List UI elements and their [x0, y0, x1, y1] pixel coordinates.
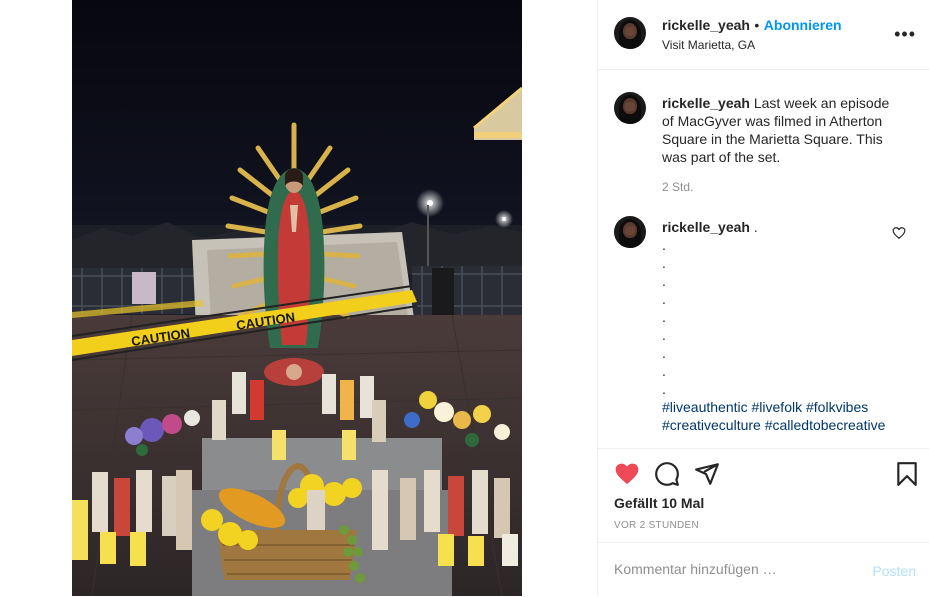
post-photo[interactable]: CAUTION CAUTION	[72, 0, 522, 596]
more-options-icon[interactable]: •••	[894, 24, 916, 45]
comment-dot-line: .	[662, 345, 666, 361]
comment-dot-line: .	[662, 237, 666, 253]
likes-count[interactable]: Gefällt 10 Mal	[614, 495, 704, 511]
comment-form: Posten	[598, 542, 929, 597]
share-icon[interactable]	[694, 461, 720, 487]
caption-time: 2 Std.	[662, 180, 694, 194]
post-comment-button[interactable]: Posten	[872, 563, 916, 579]
post-side-panel: rickelle_yeah • Abonnieren Visit Mariett…	[597, 0, 929, 596]
post-username[interactable]: rickelle_yeah	[662, 17, 750, 33]
comment-dot-line: .	[662, 255, 666, 271]
caption-avatar[interactable]	[614, 92, 646, 124]
heart-filled-icon[interactable]	[614, 461, 640, 487]
post-timestamp: VOR 2 STUNDEN	[614, 520, 700, 531]
caption-username[interactable]: rickelle_yeah	[662, 95, 750, 111]
hashtag-link[interactable]: #folkvibes	[806, 399, 868, 415]
comment-username[interactable]: rickelle_yeah	[662, 219, 750, 235]
header-separator: •	[754, 17, 760, 33]
location-link[interactable]: Visit Marietta, GA	[662, 38, 755, 52]
comment-input[interactable]	[614, 561, 854, 577]
hashtags: #liveauthentic #livefolk #folkvibes #cre…	[662, 398, 892, 434]
hashtag-link[interactable]: #liveauthentic	[662, 399, 748, 415]
photo-illustration: CAUTION CAUTION	[72, 0, 522, 596]
comment-dot-line: .	[662, 327, 666, 343]
hashtag-link[interactable]: #livefolk	[752, 399, 803, 415]
bookmark-icon[interactable]	[894, 461, 920, 487]
header-title-row: rickelle_yeah • Abonnieren	[662, 17, 842, 35]
comments-area[interactable]: rickelle_yeah Last week an episode of Ma…	[598, 70, 929, 448]
comment-dot-line: .	[662, 381, 666, 397]
comment-icon[interactable]	[654, 461, 680, 487]
comment-dot-line: .	[662, 291, 666, 307]
comment-dot-line: .	[662, 309, 666, 325]
comment-avatar[interactable]	[614, 216, 646, 248]
caption: rickelle_yeah Last week an episode of Ma…	[662, 94, 902, 166]
post-header: rickelle_yeah • Abonnieren Visit Mariett…	[598, 0, 929, 70]
action-bar: Gefällt 10 Mal VOR 2 STUNDEN	[598, 448, 929, 543]
avatar[interactable]	[614, 17, 646, 49]
like-comment-heart-icon[interactable]	[892, 226, 906, 240]
follow-button[interactable]: Abonnieren	[764, 17, 842, 33]
photo-area: CAUTION CAUTION	[0, 0, 597, 596]
comment-dot-line: .	[662, 273, 666, 289]
comment-dot-line: .	[662, 363, 666, 379]
comment: rickelle_yeah . . . . . . . . . . #livea…	[662, 218, 892, 434]
hashtag-link[interactable]: #creativeculture	[662, 417, 761, 433]
hashtag-link[interactable]: #calledtobecreative	[765, 417, 886, 433]
comment-first-line: .	[753, 219, 758, 235]
